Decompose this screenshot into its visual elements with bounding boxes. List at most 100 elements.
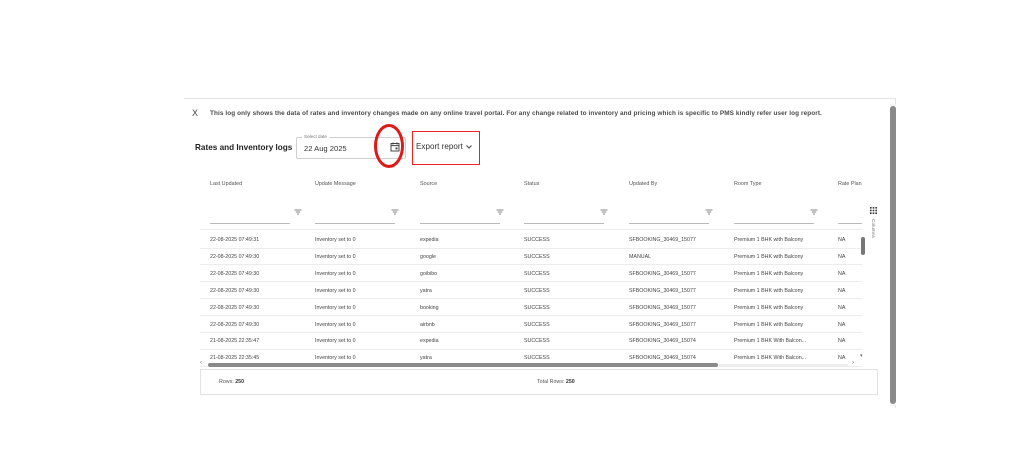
table-cell: expedia — [420, 237, 439, 243]
column-filter-input[interactable] — [838, 223, 862, 224]
table-cell: SFBOOKING_30469_15074 — [629, 355, 696, 362]
table-cell: Premium 1 BHK with Balcony — [734, 270, 804, 277]
table-cell: NA — [838, 304, 846, 311]
logs-table: Last Updated Update Message Source Status Up… — [200, 170, 862, 370]
rows-label: Rows: — [219, 379, 234, 385]
table-cell: Premium 1 BHK With Balcon... — [734, 355, 807, 362]
row-divider — [200, 298, 862, 300]
table-cell: Premium 1 BHK with Balcony — [734, 287, 804, 294]
total-rows-count: Total Rows: 250 — [537, 379, 575, 385]
table-vertical-scrollbar[interactable]: ▾ — [860, 237, 866, 359]
table-cell: Inventory set to 0 — [315, 253, 356, 260]
table-cell: yatra — [420, 355, 432, 362]
page-title: Rates and Inventory logs — [195, 143, 293, 152]
table-cell: Inventory set to 0 — [315, 304, 356, 311]
table-cell: SUCCESS — [524, 355, 550, 362]
table-cell: Inventory set to 0 — [315, 321, 356, 328]
table-cell: SUCCESS — [524, 237, 550, 243]
filter-icon[interactable] — [496, 209, 504, 215]
row-divider — [200, 264, 862, 266]
column-header[interactable]: Update Message — [315, 181, 356, 187]
table-cell: SFBOOKING_30469_15077 — [629, 321, 696, 328]
row-divider — [200, 229, 862, 230]
filter-icon[interactable] — [391, 209, 399, 215]
table-cell: Premium 1 BHK With Balcon... — [734, 338, 807, 345]
date-value[interactable]: 22 Aug 2025 — [304, 144, 347, 153]
scroll-right-arrow-icon[interactable]: › — [852, 360, 854, 366]
table-cell: SFBOOKING_30469_15077 — [629, 304, 696, 311]
table-vscroll-thumb[interactable] — [861, 237, 865, 255]
column-header[interactable]: Status — [524, 181, 539, 187]
table-cell: airbnb — [420, 321, 435, 328]
table-cell: goibibo — [420, 270, 438, 277]
panel-top-border — [184, 98, 896, 99]
table-cell: 22-08-2025 07:49:30 — [210, 270, 260, 277]
close-notice-button[interactable]: X — [192, 108, 198, 118]
scroll-left-arrow-icon[interactable]: ‹ — [200, 360, 202, 366]
table-cell: SUCCESS — [524, 304, 550, 311]
table-cell: 22-08-2025 07:49:30 — [210, 287, 260, 294]
column-filter-input[interactable] — [629, 223, 709, 224]
table-cell: NA — [838, 237, 846, 243]
table-cell: Inventory set to 0 — [315, 355, 356, 362]
row-divider — [200, 247, 862, 249]
column-filter-input[interactable] — [734, 223, 814, 224]
notice-text: This log only shows the data of rates an… — [210, 110, 822, 117]
table-cell: 22-08-2025 07:49:30 — [210, 304, 260, 311]
columns-grid-icon[interactable] — [870, 207, 877, 214]
column-filter-input[interactable] — [315, 223, 395, 224]
row-divider — [200, 315, 862, 317]
table-cell: Inventory set to 0 — [315, 270, 356, 277]
table-horizontal-scrollbar[interactable]: ‹ › — [200, 360, 856, 367]
hscroll-thumb[interactable] — [208, 363, 718, 367]
column-filter-input[interactable] — [210, 223, 290, 224]
rows-count: Rows: 250 — [219, 379, 244, 385]
column-header[interactable]: Source — [420, 181, 437, 187]
chevron-down-icon — [465, 144, 472, 149]
page-scrollbar[interactable] — [890, 104, 896, 406]
table-cell: NA — [838, 253, 846, 260]
columns-tool-label[interactable]: Columns — [870, 219, 875, 238]
column-header[interactable]: Updated By — [629, 181, 657, 187]
page-scrollbar-thumb[interactable] — [890, 106, 896, 404]
table-cell: NA — [838, 355, 846, 362]
scroll-down-arrow-icon[interactable]: ▾ — [860, 353, 863, 359]
date-field-label: Select date — [302, 134, 329, 139]
filter-icon[interactable] — [600, 209, 608, 215]
table-cell: SFBOOKING_30469_15077 — [629, 237, 696, 243]
row-divider — [200, 281, 862, 283]
table-cell: Inventory set to 0 — [315, 338, 356, 345]
filter-icon[interactable] — [294, 209, 302, 215]
export-report-label: Export report — [416, 142, 463, 151]
column-header[interactable]: Last Updated — [210, 181, 242, 187]
table-cell: Premium 1 BHK with Balcony — [734, 237, 804, 243]
table-cell: Premium 1 BHK with Balcony — [734, 253, 804, 260]
table-cell: 22-08-2025 07:49:31 — [210, 237, 260, 243]
table-cell: NA — [838, 270, 846, 277]
total-rows-value: 250 — [565, 379, 575, 385]
table-cell: 22-08-2025 07:49:30 — [210, 321, 260, 328]
table-cell: booking — [420, 304, 439, 311]
table-cell: Inventory set to 0 — [315, 237, 356, 243]
table-cell: 21-08-2025 22:35:47 — [210, 338, 260, 345]
column-filter-input[interactable] — [420, 223, 500, 224]
table-cell: SFBOOKING_30469_15077 — [629, 270, 696, 277]
table-cell: Premium 1 BHK with Balcony — [734, 321, 804, 328]
table-cell: SUCCESS — [524, 321, 550, 328]
column-filter-input[interactable] — [524, 223, 604, 224]
table-cell: 21-08-2025 22:35:45 — [210, 355, 260, 362]
column-header[interactable]: Rate Plan — [838, 181, 862, 187]
filter-icon[interactable] — [705, 209, 713, 215]
rows-value: 250 — [235, 379, 245, 385]
table-cell: Premium 1 BHK with Balcony — [734, 304, 804, 311]
export-report-button[interactable]: Export report — [416, 142, 472, 151]
table-cell: MANUAL — [629, 253, 652, 260]
filter-icon[interactable] — [810, 209, 818, 215]
table-cell: SUCCESS — [524, 270, 550, 277]
calendar-icon[interactable] — [389, 141, 401, 153]
column-header[interactable]: Room Type — [734, 181, 761, 187]
row-divider — [200, 348, 862, 350]
total-rows-label: Total Rows: — [537, 379, 565, 385]
table-cell: 22-08-2025 07:49:30 — [210, 253, 260, 260]
table-cell: SUCCESS — [524, 253, 550, 260]
